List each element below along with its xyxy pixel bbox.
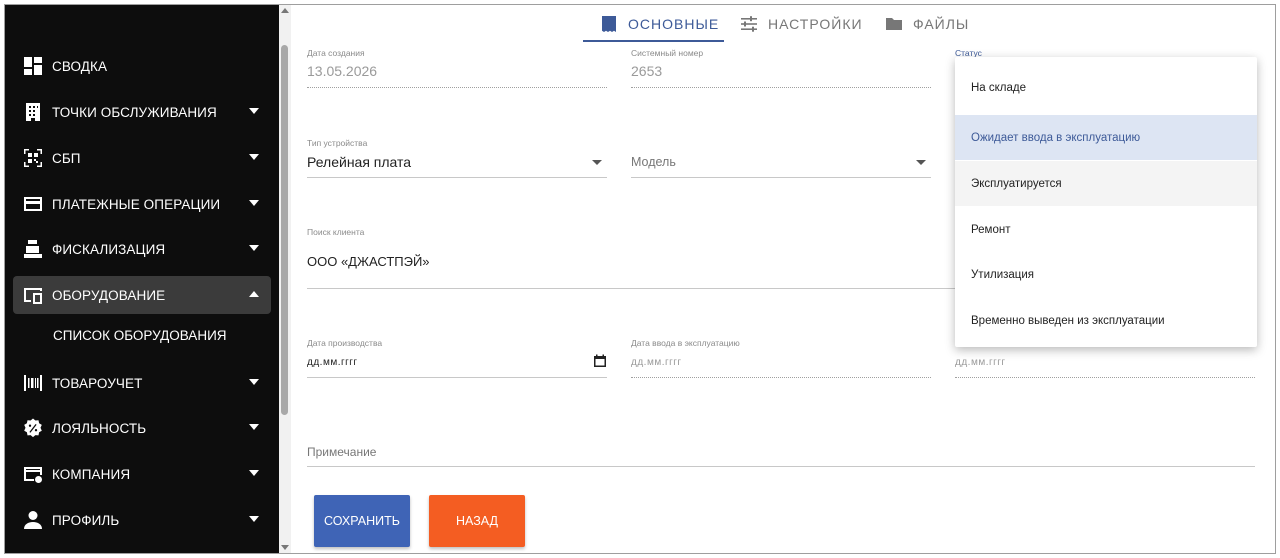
tab-label: НАСТРОЙКИ xyxy=(768,15,863,32)
status-option[interactable]: Ремонт xyxy=(955,207,1257,252)
devices-icon xyxy=(23,285,43,305)
building-icon xyxy=(23,102,43,122)
tab-main[interactable]: ОСНОВНЫЕ xyxy=(600,5,719,42)
sidebar-item-label: ТОВАРОУЧЕТ xyxy=(52,375,143,391)
status-option-selected[interactable]: Ожидает ввода в эксплуатацию xyxy=(955,115,1257,160)
status-dropdown-menu: На складе Ожидает ввода в эксплуатацию Э… xyxy=(955,57,1257,347)
sidebar-item-loyalty[interactable]: ЛОЯЛЬНОСТЬ xyxy=(13,409,271,447)
person-icon xyxy=(23,510,43,530)
sidebar: СВОДКА ТОЧКИ ОБСЛУЖИВАНИЯ СБП ПЛАТЕЖНЫЕ … xyxy=(5,5,279,553)
sidebar-item-profile[interactable]: ПРОФИЛЬ xyxy=(13,501,271,539)
chevron-down-icon xyxy=(916,160,926,165)
sidebar-item-label: ОБОРУДОВАНИЕ xyxy=(52,287,166,303)
tab-label: ФАЙЛЫ xyxy=(913,15,970,32)
sidebar-item-label: СВОДКА xyxy=(52,58,108,74)
model-select[interactable]: Модель xyxy=(631,155,676,169)
receipt-icon xyxy=(602,15,616,32)
sidebar-item-company[interactable]: КОМПАНИЯ xyxy=(13,455,271,493)
sidebar-item-label: ПРОФИЛЬ xyxy=(52,512,120,528)
chevron-down-icon xyxy=(249,108,259,114)
sidebar-subitem-equipment-list[interactable]: СПИСОК ОБОРУДОВАНИЯ xyxy=(53,328,227,343)
chevron-down-icon xyxy=(249,379,259,385)
store-card-icon xyxy=(23,464,43,484)
tab-files[interactable]: ФАЙЛЫ xyxy=(885,5,969,42)
sidebar-item-label: ПЛАТЕЖНЫЕ ОПЕРАЦИИ xyxy=(52,196,221,212)
sidebar-item-label: ЛОЯЛЬНОСТЬ xyxy=(52,420,147,436)
device-type-select[interactable]: Релейная плата xyxy=(307,154,411,170)
sidebar-item-inventory[interactable]: ТОВАРОУЧЕТ xyxy=(13,364,271,402)
folder-icon xyxy=(886,17,902,30)
created-date-label: Дата создания xyxy=(307,48,365,58)
chevron-down-icon xyxy=(592,160,602,165)
scroll-thumb[interactable] xyxy=(281,45,288,415)
manufacture-date-label: Дата производства xyxy=(307,338,383,348)
client-search-label: Поиск клиента xyxy=(307,227,365,237)
client-search-input[interactable]: ООО «ДЖАСТПЭЙ» xyxy=(307,254,430,269)
tab-label: ОСНОВНЫЕ xyxy=(628,15,720,32)
scroll-down-arrow-icon[interactable] xyxy=(281,545,289,550)
system-number-value: 2653 xyxy=(631,63,663,79)
note-input[interactable]: Примечание xyxy=(307,445,376,459)
sidebar-scrollbar[interactable] xyxy=(279,5,291,553)
commission-date-input[interactable]: дд.мм.гггг xyxy=(631,357,682,368)
discount-badge-icon xyxy=(23,418,43,438)
sliders-icon xyxy=(741,15,757,32)
save-button[interactable]: СОХРАНИТЬ xyxy=(314,495,410,547)
dashboard-icon xyxy=(23,56,43,76)
sidebar-item-fiscalization[interactable]: ФИСКАЛИЗАЦИЯ xyxy=(13,230,271,268)
device-type-underline xyxy=(307,177,607,178)
third-date-input[interactable]: дд.мм.гггг xyxy=(955,357,1006,368)
status-option[interactable]: Утилизация xyxy=(955,252,1257,297)
cash-register-icon xyxy=(23,239,43,259)
chevron-down-icon xyxy=(249,424,259,430)
scroll-up-arrow-icon[interactable] xyxy=(281,8,289,13)
created-date-underline xyxy=(307,87,607,88)
status-option[interactable]: На складе xyxy=(955,65,1257,110)
barcode-icon xyxy=(23,373,43,393)
app-window: СВОДКА ТОЧКИ ОБСЛУЖИВАНИЯ СБП ПЛАТЕЖНЫЕ … xyxy=(4,4,1276,554)
third-date-underline xyxy=(955,377,1255,378)
sidebar-item-payments[interactable]: ПЛАТЕЖНЫЕ ОПЕРАЦИИ xyxy=(13,185,271,223)
chevron-down-icon xyxy=(249,245,259,251)
back-button[interactable]: НАЗАД xyxy=(429,495,525,547)
chevron-up-icon xyxy=(249,291,259,297)
sidebar-item-label: СБП xyxy=(52,150,81,166)
model-underline xyxy=(631,177,931,178)
commission-date-label: Дата ввода в эксплуатацию xyxy=(631,338,740,348)
sidebar-item-equipment[interactable]: ОБОРУДОВАНИЕ xyxy=(13,276,271,314)
active-tab-indicator xyxy=(583,40,724,42)
sidebar-item-label: КОМПАНИЯ xyxy=(52,466,131,482)
status-option[interactable]: Эксплуатируется xyxy=(955,161,1257,206)
credit-card-icon xyxy=(23,194,43,214)
sidebar-item-label: ТОЧКИ ОБСЛУЖИВАНИЯ xyxy=(52,104,217,120)
sidebar-item-label: ФИСКАЛИЗАЦИЯ xyxy=(52,241,166,257)
note-underline xyxy=(307,466,1255,467)
created-date-value: 13.05.2026 xyxy=(307,63,378,79)
system-number-underline xyxy=(631,87,931,88)
sidebar-item-sbp[interactable]: СБП xyxy=(13,139,271,177)
client-search-underline xyxy=(307,288,955,289)
commission-date-underline xyxy=(631,377,931,378)
sidebar-item-dashboard[interactable]: СВОДКА xyxy=(13,47,271,85)
calendar-icon[interactable] xyxy=(593,354,607,368)
system-number-label: Системный номер xyxy=(631,48,704,58)
manufacture-date-underline xyxy=(307,377,607,378)
chevron-down-icon xyxy=(249,154,259,160)
tab-settings[interactable]: НАСТРОЙКИ xyxy=(740,5,863,42)
manufacture-date-input[interactable]: дд.мм.гггг xyxy=(307,357,358,368)
chevron-down-icon xyxy=(249,200,259,206)
status-option[interactable]: Временно выведен из эксплуатации xyxy=(955,298,1257,343)
qr-code-icon xyxy=(23,148,43,168)
device-type-label: Тип устройства xyxy=(307,138,368,148)
chevron-down-icon xyxy=(249,516,259,522)
chevron-down-icon xyxy=(249,470,259,476)
sidebar-item-service-points[interactable]: ТОЧКИ ОБСЛУЖИВАНИЯ xyxy=(13,93,271,131)
